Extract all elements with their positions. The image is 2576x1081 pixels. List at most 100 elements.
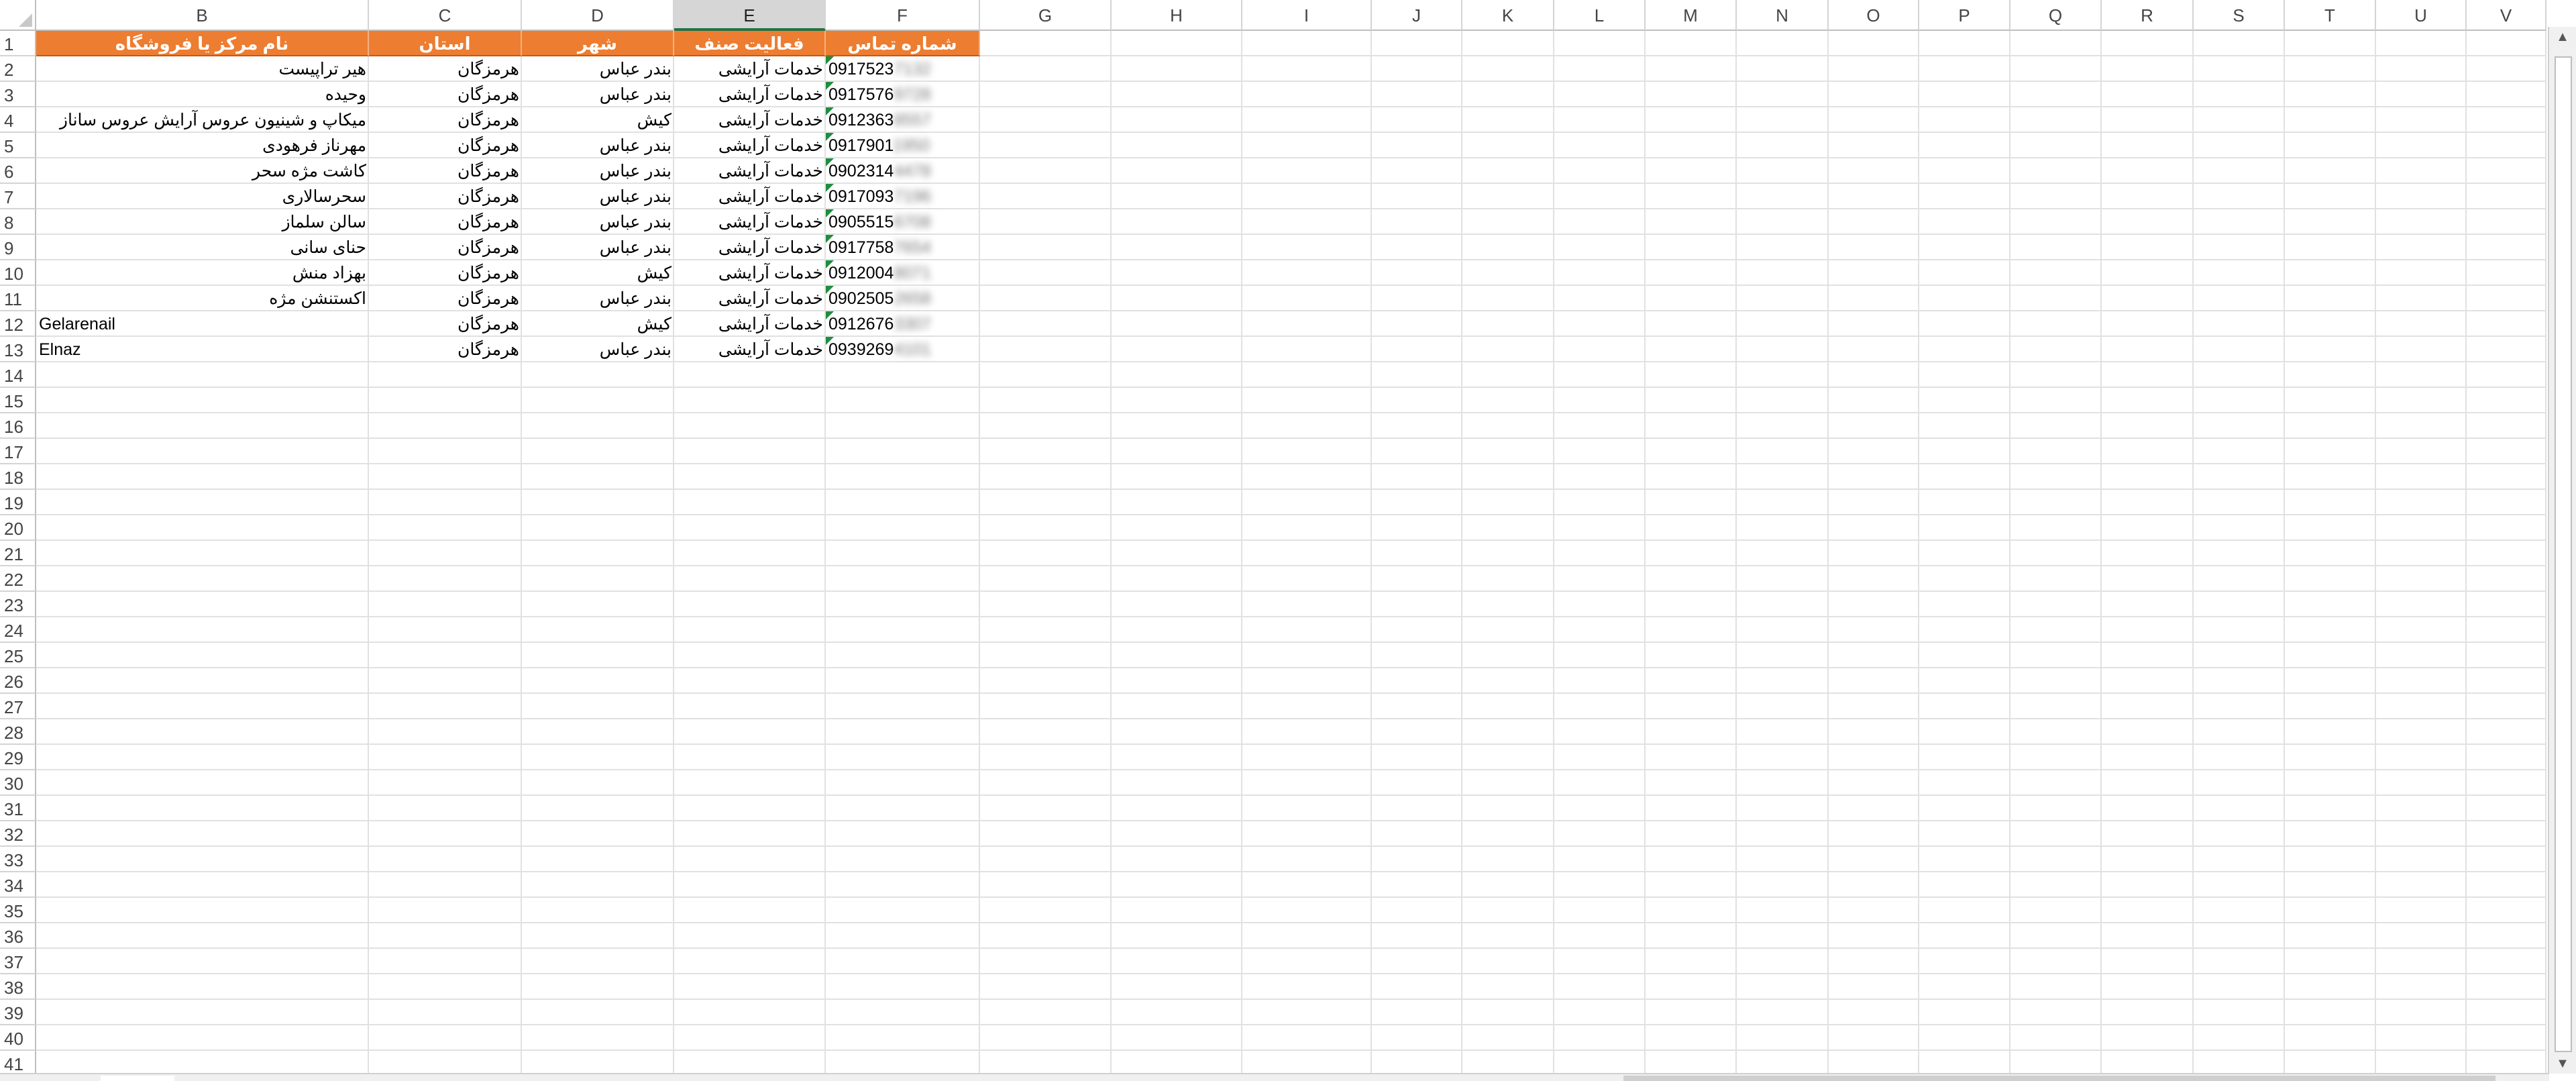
cell-activity[interactable]: خدمات آرایشی — [674, 235, 826, 260]
column-header-t[interactable]: T — [2285, 0, 2376, 31]
header-cell-f[interactable]: شماره تماس — [826, 31, 980, 56]
row-header-37[interactable]: 37 — [0, 949, 36, 974]
row-header-35[interactable]: 35 — [0, 898, 36, 923]
cell-city[interactable]: بندر عباس — [522, 235, 674, 260]
header-cell-e[interactable]: فعالیت صنف — [674, 31, 826, 56]
header-cell-c[interactable]: استان — [369, 31, 522, 56]
column-header-c[interactable]: C — [369, 0, 522, 31]
cell-activity[interactable]: خدمات آرایشی — [674, 107, 826, 133]
row-header-9[interactable]: 9 — [0, 235, 36, 260]
cell-city[interactable]: بندر عباس — [522, 158, 674, 184]
cell-phone[interactable]: 09126763307 — [826, 311, 980, 337]
vertical-scrollbar[interactable]: ▲ ▼ — [2548, 27, 2576, 1074]
row-header-30[interactable]: 30 — [0, 770, 36, 796]
cell-province[interactable]: هرمزگان — [369, 82, 522, 107]
cell-province[interactable]: هرمزگان — [369, 133, 522, 158]
spreadsheet[interactable]: BCDEFGHIJKLMNOPQRSTUV 1 2 3 4 5 6 7 8 9 10 11 12 13 1… — [0, 0, 2576, 1081]
column-header-r[interactable]: R — [2102, 0, 2194, 31]
row-header-33[interactable]: 33 — [0, 847, 36, 872]
row-header-27[interactable]: 27 — [0, 694, 36, 719]
row-header-3[interactable]: 3 — [0, 82, 36, 107]
header-cell-d[interactable]: شهر — [522, 31, 674, 56]
row-header-20[interactable]: 20 — [0, 515, 36, 541]
cell-province[interactable]: هرمزگان — [369, 286, 522, 311]
header-cell-b[interactable]: نام مرکز یا فروشگاه — [36, 31, 369, 56]
column-header-p[interactable]: P — [1919, 0, 2010, 31]
cell-name[interactable]: بهزاد منش — [36, 260, 369, 286]
cell-phone[interactable]: 09175769728 — [826, 82, 980, 107]
row-header-5[interactable]: 5 — [0, 133, 36, 158]
cell-phone[interactable]: 09170937196 — [826, 184, 980, 209]
cell-phone[interactable]: 09123638557 — [826, 107, 980, 133]
row-header-25[interactable]: 25 — [0, 643, 36, 668]
cell-name[interactable]: وحیده — [36, 82, 369, 107]
column-header-k[interactable]: K — [1462, 0, 1554, 31]
cell-phone[interactable]: 09392694101 — [826, 337, 980, 362]
cell-activity[interactable]: خدمات آرایشی — [674, 260, 826, 286]
cell-city[interactable]: بندر عباس — [522, 286, 674, 311]
cell-province[interactable]: هرمزگان — [369, 184, 522, 209]
cell-name[interactable]: اکستنشن مژه — [36, 286, 369, 311]
cell-name[interactable]: سالن سلماز — [36, 209, 369, 235]
column-header-h[interactable]: H — [1112, 0, 1242, 31]
cell-phone[interactable]: 09025052658 — [826, 286, 980, 311]
cell-activity[interactable]: خدمات آرایشی — [674, 184, 826, 209]
row-header-40[interactable]: 40 — [0, 1025, 36, 1051]
cell-province[interactable]: هرمزگان — [369, 337, 522, 362]
column-header-g[interactable]: G — [980, 0, 1112, 31]
column-header-u[interactable]: U — [2376, 0, 2467, 31]
cell-city[interactable]: بندر عباس — [522, 337, 674, 362]
row-header-13[interactable]: 13 — [0, 337, 36, 362]
row-header-8[interactable]: 8 — [0, 209, 36, 235]
select-all-corner[interactable] — [0, 0, 36, 31]
column-header-j[interactable]: J — [1372, 0, 1462, 31]
cell-activity[interactable]: خدمات آرایشی — [674, 209, 826, 235]
column-header-s[interactable]: S — [2194, 0, 2285, 31]
cell-phone[interactable]: 09175237132 — [826, 56, 980, 82]
cell-name[interactable]: کاشت مژه سحر — [36, 158, 369, 184]
cell-phone[interactable]: 09179011950 — [826, 133, 980, 158]
cell-activity[interactable]: خدمات آرایشی — [674, 82, 826, 107]
cell-province[interactable]: هرمزگان — [369, 235, 522, 260]
cell-province[interactable]: هرمزگان — [369, 260, 522, 286]
scroll-up-icon[interactable]: ▲ — [2549, 27, 2576, 47]
cell-city[interactable]: کیش — [522, 260, 674, 286]
row-header-24[interactable]: 24 — [0, 617, 36, 643]
row-header-21[interactable]: 21 — [0, 541, 36, 566]
cell-province[interactable]: هرمزگان — [369, 311, 522, 337]
row-header-11[interactable]: 11 — [0, 286, 36, 311]
cell-province[interactable]: هرمزگان — [369, 107, 522, 133]
vertical-scroll-thumb[interactable] — [2555, 56, 2572, 1052]
cell-name[interactable]: Elnaz — [36, 337, 369, 362]
cell-city[interactable]: کیش — [522, 311, 674, 337]
row-header-19[interactable]: 19 — [0, 490, 36, 515]
cell-province[interactable]: هرمزگان — [369, 209, 522, 235]
cell-activity[interactable]: خدمات آرایشی — [674, 133, 826, 158]
cell-city[interactable]: بندر عباس — [522, 133, 674, 158]
row-header-1[interactable]: 1 — [0, 31, 36, 56]
row-header-26[interactable]: 26 — [0, 668, 36, 694]
cell-name[interactable]: مهرناز فرهودی — [36, 133, 369, 158]
cell-phone[interactable]: 09177587654 — [826, 235, 980, 260]
row-header-17[interactable]: 17 — [0, 439, 36, 464]
row-header-18[interactable]: 18 — [0, 464, 36, 490]
row-header-12[interactable]: 12 — [0, 311, 36, 337]
cell-activity[interactable]: خدمات آرایشی — [674, 337, 826, 362]
cell-name[interactable]: هیر تراپیست — [36, 56, 369, 82]
cell-phone[interactable]: 09120048071 — [826, 260, 980, 286]
row-header-23[interactable]: 23 — [0, 592, 36, 617]
cell-province[interactable]: هرمزگان — [369, 158, 522, 184]
cell-city[interactable]: بندر عباس — [522, 184, 674, 209]
cell-name[interactable]: سحرسالاری — [36, 184, 369, 209]
column-header-i[interactable]: I — [1242, 0, 1372, 31]
column-header-m[interactable]: M — [1646, 0, 1737, 31]
row-header-10[interactable]: 10 — [0, 260, 36, 286]
cell-city[interactable]: بندر عباس — [522, 209, 674, 235]
cell-phone[interactable]: 09055156708 — [826, 209, 980, 235]
cell-province[interactable]: هرمزگان — [369, 56, 522, 82]
sheet-tab-strip[interactable] — [101, 1076, 174, 1081]
row-header-32[interactable]: 32 — [0, 821, 36, 847]
row-header-14[interactable]: 14 — [0, 362, 36, 388]
horizontal-scrollbar[interactable] — [0, 1073, 2549, 1081]
row-header-28[interactable]: 28 — [0, 719, 36, 745]
